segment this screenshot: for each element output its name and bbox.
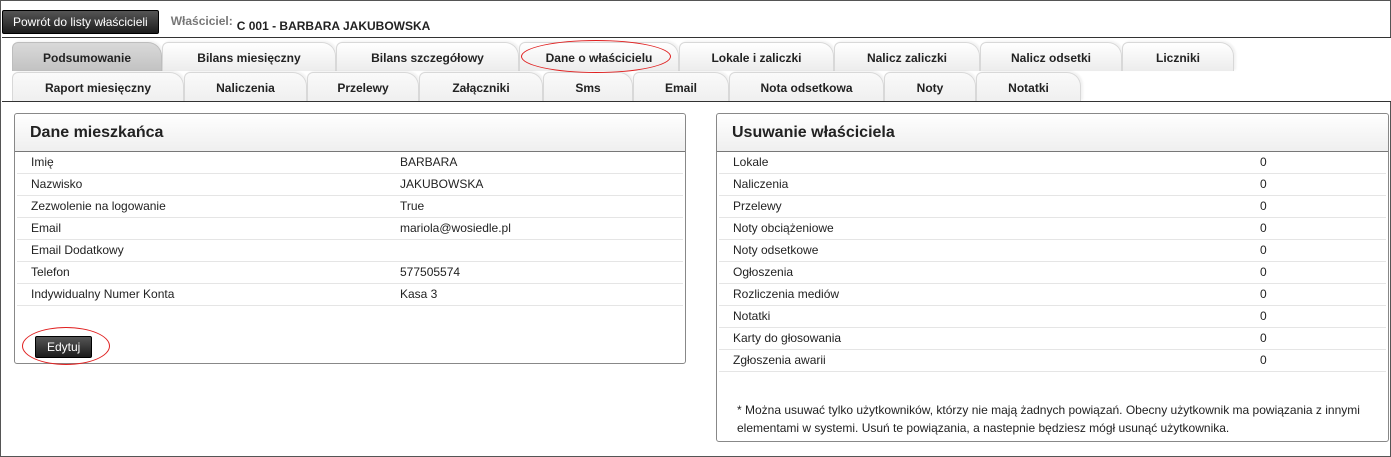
detail-label: Email <box>31 221 62 235</box>
removal-panel: Usuwanie właściciela Lokale 0 Naliczenia 0… <box>716 113 1389 442</box>
tab-label: Naliczenia <box>216 81 275 95</box>
detail-row: Zezwolenie na logowanie True <box>17 196 683 218</box>
relation-row: Karty do głosowania 0 <box>719 328 1386 350</box>
relation-label: Noty odsetkowe <box>733 243 819 257</box>
relation-label: Lokale <box>733 155 769 169</box>
relation-count: 0 <box>1260 287 1267 301</box>
tab-label: Nota odsetkowa <box>760 81 853 95</box>
detail-value: True <box>400 199 425 213</box>
tab-label: Przelewy <box>337 81 389 95</box>
resident-details: Imię BARBARA Nazwisko JAKUBOWSKA Zezwoleni… <box>15 152 685 306</box>
relation-count: 0 <box>1260 221 1267 235</box>
tab-label: Nalicz zaliczki <box>866 51 948 65</box>
removal-relations: Lokale 0 Naliczenia 0 Przelewy 0 Noty obcią… <box>717 152 1388 372</box>
resident-panel-title: Dane mieszkańca <box>15 114 685 152</box>
owner-label: Właściciel: <box>170 14 233 28</box>
tab-notatki[interactable]: Notatki <box>976 72 1081 101</box>
relation-row: Noty obciążeniowe 0 <box>719 218 1386 240</box>
tab-label: Bilans miesięczny <box>197 51 301 65</box>
tab-raport-miesieczny[interactable]: Raport miesięczny <box>12 72 184 101</box>
detail-row: Telefon 577505574 <box>17 262 683 284</box>
relation-row: Zgłoszenia awarii 0 <box>719 350 1386 372</box>
removal-note: * Można usuwać tylko użytkowników, którz… <box>737 403 1360 435</box>
tab-label: Email <box>664 81 697 95</box>
owner-name: C 001 - BARBARA JAKUBOWSKA <box>236 19 431 33</box>
relation-count: 0 <box>1260 243 1267 257</box>
tab-label: Bilans szczegółowy <box>371 51 484 65</box>
relation-count: 0 <box>1260 265 1267 279</box>
detail-label: Imię <box>31 155 54 169</box>
tab-liczniki[interactable]: Liczniki <box>1122 42 1234 71</box>
relation-label: Przelewy <box>733 199 782 213</box>
relation-row: Przelewy 0 <box>719 196 1386 218</box>
relation-row: Rozliczenia mediów 0 <box>719 284 1386 306</box>
tab-lokale-i-zaliczki[interactable]: Lokale i zaliczki <box>679 42 834 71</box>
tab-podsumowanie[interactable]: Podsumowanie <box>12 42 162 71</box>
tab-nalicz-odsetki[interactable]: Nalicz odsetki <box>980 42 1122 71</box>
top-bar: Powrót do listy właścicieli Właściciel: … <box>2 10 430 34</box>
tab-label: Podsumowanie <box>42 51 131 65</box>
relation-count: 0 <box>1260 199 1267 213</box>
tab-nota-odsetkowa[interactable]: Nota odsetkowa <box>729 72 884 101</box>
relation-count: 0 <box>1260 309 1267 323</box>
relation-label: Notatki <box>733 309 771 323</box>
detail-label: Indywidualny Numer Konta <box>31 287 175 301</box>
tab-nalicz-zaliczki[interactable]: Nalicz zaliczki <box>834 42 980 71</box>
relation-row: Lokale 0 <box>719 152 1386 174</box>
app-frame: Powrót do listy właścicieli Właściciel: … <box>0 0 1391 457</box>
tab-label: Noty <box>916 81 944 95</box>
detail-value: mariola@wosiedle.pl <box>400 221 511 235</box>
tab-label: Liczniki <box>1155 51 1200 65</box>
detail-row: Indywidualny Numer Konta Kasa 3 <box>17 284 683 306</box>
relation-label: Rozliczenia mediów <box>733 287 840 301</box>
tab-noty[interactable]: Noty <box>884 72 976 101</box>
tab-label: Raport miesięczny <box>44 81 152 95</box>
tab-label: Nalicz odsetki <box>1010 51 1092 65</box>
tab-bilans-miesieczny[interactable]: Bilans miesięczny <box>162 42 336 71</box>
relation-row: Ogłoszenia 0 <box>719 262 1386 284</box>
detail-row: Imię BARBARA <box>17 152 683 174</box>
relation-count: 0 <box>1260 155 1267 169</box>
detail-row: Email Dodatkowy <box>17 240 683 262</box>
back-to-owners-button[interactable]: Powrót do listy właścicieli <box>2 10 159 34</box>
relation-label: Zgłoszenia awarii <box>733 353 826 367</box>
relation-row: Notatki 0 <box>719 306 1386 328</box>
detail-row: Nazwisko JAKUBOWSKA <box>17 174 683 196</box>
relation-label: Karty do głosowania <box>733 331 842 345</box>
edit-button[interactable]: Edytuj <box>35 336 93 358</box>
relation-row: Noty odsetkowe 0 <box>719 240 1386 262</box>
resident-panel: Dane mieszkańca Imię BARBARA Nazwisko JAKU… <box>14 113 686 364</box>
relation-label: Naliczenia <box>733 177 789 191</box>
detail-row: Email mariola@wosiedle.pl <box>17 218 683 240</box>
detail-label: Nazwisko <box>31 177 83 191</box>
tab-label: Sms <box>575 81 601 95</box>
tab-zalaczniki[interactable]: Załączniki <box>419 72 543 101</box>
tab-label: Notatki <box>1008 81 1049 95</box>
tab-label: Dane o właścicielu <box>545 51 653 65</box>
tab-email[interactable]: Email <box>633 72 729 101</box>
relation-count: 0 <box>1260 177 1267 191</box>
detail-value: JAKUBOWSKA <box>400 177 484 191</box>
detail-label: Zezwolenie na logowanie <box>31 199 166 213</box>
tab-naliczenia[interactable]: Naliczenia <box>184 72 307 101</box>
tab-przelewy[interactable]: Przelewy <box>307 72 419 101</box>
detail-value: Kasa 3 <box>400 287 438 301</box>
tab-dane-o-wlascicielu[interactable]: Dane o właścicielu <box>519 42 679 71</box>
tab-sms[interactable]: Sms <box>543 72 633 101</box>
relation-count: 0 <box>1260 331 1267 345</box>
detail-label: Email Dodatkowy <box>31 243 124 257</box>
relation-count: 0 <box>1260 353 1267 367</box>
detail-value: 577505574 <box>400 265 461 279</box>
relation-label: Ogłoszenia <box>733 265 794 279</box>
relation-label: Noty obciążeniowe <box>733 221 834 235</box>
tab-label: Lokale i zaliczki <box>711 51 802 65</box>
tab-bar: Podsumowanie Bilans miesięczny Bilans sz… <box>2 37 1391 102</box>
removal-panel-title: Usuwanie właściciela <box>717 114 1388 152</box>
relation-row: Naliczenia 0 <box>719 174 1386 196</box>
tab-bilans-szczegolowy[interactable]: Bilans szczegółowy <box>336 42 519 71</box>
detail-value: BARBARA <box>400 155 458 169</box>
detail-label: Telefon <box>31 265 70 279</box>
tab-label: Załączniki <box>452 81 510 95</box>
